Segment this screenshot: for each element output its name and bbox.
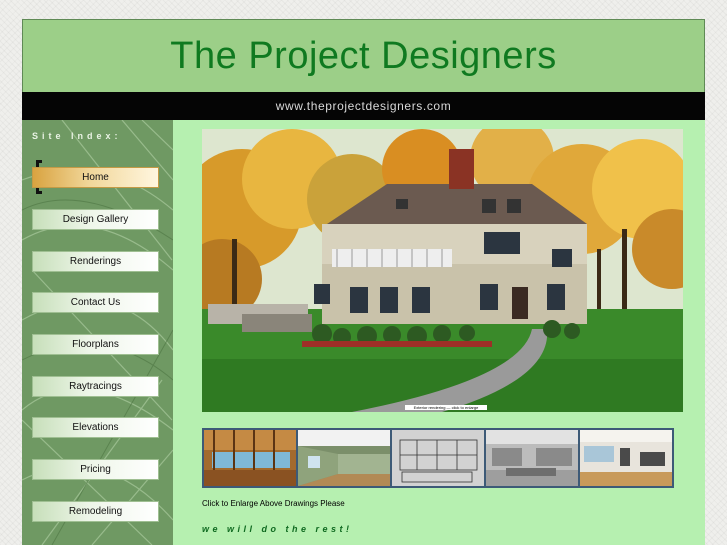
thumbnail-interior-room[interactable] xyxy=(298,430,390,486)
site-index-heading: Site Index: xyxy=(32,131,122,141)
thumbnail-interior-framing[interactable] xyxy=(204,430,296,486)
site-title: The Project Designers xyxy=(170,34,557,77)
thumbnail-strip xyxy=(202,428,674,488)
thumbnail-kitchen-wireframe[interactable] xyxy=(392,430,484,486)
main-content: Exterior rendering — click to enlarge Cl… xyxy=(173,120,705,545)
nav-remodeling-button[interactable]: Remodeling xyxy=(32,501,159,522)
nav-raytracings-button[interactable]: Raytracings xyxy=(32,376,159,397)
nav-contact-us-button[interactable]: Contact Us xyxy=(32,292,159,313)
tagline: we will do the rest! xyxy=(202,524,353,534)
nav-elevations-button[interactable]: Elevations xyxy=(32,417,159,438)
url-bar: www.theprojectdesigners.com xyxy=(22,92,705,120)
hero-house-rendering[interactable]: Exterior rendering — click to enlarge xyxy=(202,129,683,412)
nav-floorplans-button[interactable]: Floorplans xyxy=(32,334,159,355)
enlarge-instruction: Click to Enlarge Above Drawings Please xyxy=(202,499,345,508)
site-header: The Project Designers xyxy=(22,19,705,93)
thumbnail-kitchen-render[interactable] xyxy=(486,430,578,486)
site-url[interactable]: www.theprojectdesigners.com xyxy=(276,99,452,113)
nav-design-gallery-button[interactable]: Design Gallery xyxy=(32,209,159,230)
nav-pricing-button[interactable]: Pricing xyxy=(32,459,159,480)
thumbnail-kitchen-finished[interactable] xyxy=(580,430,672,486)
sidebar: Site Index: Home Design Gallery Renderin… xyxy=(22,120,173,545)
hero-caption: Exterior rendering — click to enlarge xyxy=(405,405,487,410)
nav-home-button[interactable]: Home xyxy=(32,167,159,188)
nav-renderings-button[interactable]: Renderings xyxy=(32,251,159,272)
page-frame: The Project Designers www.theprojectdesi… xyxy=(22,19,705,545)
